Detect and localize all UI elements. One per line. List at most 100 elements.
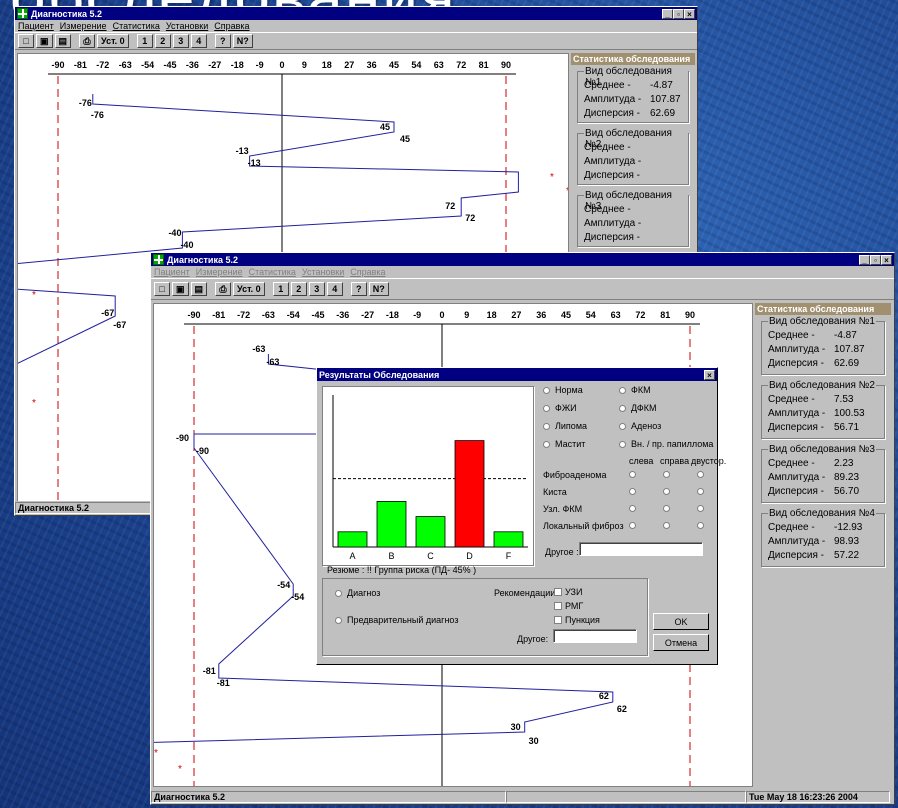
whats-this-button[interactable]: N? <box>368 282 389 296</box>
stat-key: Амплитуда - <box>768 408 826 419</box>
checkbox-puncture[interactable]: Пункция <box>554 615 600 625</box>
axis-tick-label: 45 <box>561 310 571 320</box>
new-file-button[interactable]: □ <box>154 282 170 296</box>
other2-input[interactable] <box>553 629 637 643</box>
dialog-close-button[interactable]: × <box>704 369 715 380</box>
maximize-button[interactable]: ▫ <box>673 8 684 19</box>
view4-button[interactable]: 4 <box>190 34 207 48</box>
menu-measure[interactable]: Измерение <box>196 267 243 277</box>
radio-0-right[interactable]: ФКМ <box>619 385 651 395</box>
maximize-button[interactable]: ▫ <box>870 254 881 265</box>
close-button[interactable]: × <box>881 254 892 265</box>
view3-button[interactable]: 3 <box>308 282 325 296</box>
radio-3-left[interactable]: Мастит <box>543 439 585 449</box>
menu-settings[interactable]: Установки <box>166 21 208 31</box>
axis-tick-label: -90 <box>187 310 200 320</box>
side-radio[interactable] <box>629 471 636 478</box>
view2-button[interactable]: 2 <box>290 282 307 296</box>
checkbox-uzi[interactable]: УЗИ <box>554 587 582 597</box>
radio-0-left[interactable]: Норма <box>543 385 583 395</box>
menu-help[interactable]: Справка <box>350 267 385 277</box>
view2-button[interactable]: 2 <box>154 34 171 48</box>
view4-button[interactable]: 4 <box>326 282 343 296</box>
side-radio[interactable] <box>663 471 670 478</box>
open-button[interactable]: ▤ <box>190 282 208 296</box>
other-input[interactable] <box>579 542 703 556</box>
back-menu-bar: Пациент Измерение Статистика Установки С… <box>15 20 697 32</box>
stat-key: Среднее - <box>768 522 815 533</box>
minimize-button[interactable]: _ <box>859 254 870 265</box>
side-radio[interactable] <box>629 488 636 495</box>
stats-group: Вид обследования №4 Среднее - -12.93 Амплит… <box>761 508 885 567</box>
menu-statistics[interactable]: Статистика <box>249 267 296 277</box>
open-button[interactable]: ▤ <box>54 34 72 48</box>
radio-3-right[interactable]: Вн. / пр. папиллома <box>619 439 713 449</box>
bar-A <box>337 531 368 548</box>
axis-tick-label: 9 <box>302 60 307 70</box>
stats-group: Вид обследования №3 Среднее - Амплитуда -Д… <box>577 190 689 247</box>
radio-circle <box>619 404 626 412</box>
bar-D <box>454 440 485 548</box>
back-title-bar[interactable]: Диагностика 5.2 _ ▫ × <box>15 7 697 20</box>
side-radio[interactable] <box>629 522 636 529</box>
save-button[interactable]: ▣ <box>172 282 189 296</box>
side-radio[interactable] <box>663 488 670 495</box>
new-file-button[interactable]: □ <box>18 34 34 48</box>
cancel-button[interactable]: Отмена <box>653 634 709 651</box>
close-button[interactable]: × <box>684 8 695 19</box>
side-radio[interactable] <box>663 505 670 512</box>
radio-2-left[interactable]: Липома <box>543 421 587 431</box>
stat-key: Амплитуда - <box>584 156 642 167</box>
axis-tick-label: 27 <box>511 310 521 320</box>
curve-value-label: -76 <box>79 98 92 108</box>
radio-2-right[interactable]: Аденоз <box>619 421 661 431</box>
front-title-bar[interactable]: Диагностика 5.2 _ ▫ × <box>151 253 894 266</box>
minimize-button[interactable]: _ <box>662 8 673 19</box>
stats-group: Вид обследования №3 Среднее - 2.23 Амплитуд… <box>761 444 885 503</box>
side-radio[interactable] <box>697 505 704 512</box>
side-radio[interactable] <box>697 471 704 478</box>
side-radio[interactable] <box>629 505 636 512</box>
view1-button[interactable]: 1 <box>272 282 289 296</box>
menu-patient[interactable]: Пациент <box>154 267 190 277</box>
menu-help[interactable]: Справка <box>214 21 249 31</box>
axis-tick-label: 0 <box>279 60 284 70</box>
help-button[interactable]: ? <box>350 282 367 296</box>
help-button[interactable]: ? <box>214 34 231 48</box>
ok-button[interactable]: OK <box>653 613 709 630</box>
radio-1-left[interactable]: ФЖИ <box>543 403 577 413</box>
radio-1-right[interactable]: ДФКМ <box>619 403 656 413</box>
save-button[interactable]: ▣ <box>36 34 53 48</box>
axis-tick-label: -63 <box>262 310 275 320</box>
radio-diagnosis[interactable]: Диагноз <box>335 588 380 598</box>
side-row-label: Узл. ФКМ <box>543 504 583 514</box>
axis-tick-label: 54 <box>586 310 596 320</box>
side-radio[interactable] <box>697 488 704 495</box>
outlier-marker: * <box>566 186 568 197</box>
front-toolbar: □ ▣ ▤ ⎙ Уст. 0 1 2 3 4 ? N? <box>151 278 894 300</box>
menu-patient[interactable]: Пациент <box>18 21 54 31</box>
dialog-title-bar[interactable]: Результаты Обследования × <box>317 368 717 381</box>
checkbox-rmg[interactable]: РМГ <box>554 601 583 611</box>
radio-circle <box>543 386 550 394</box>
view1-button[interactable]: 1 <box>136 34 153 48</box>
ust0-button[interactable]: Уст. 0 <box>97 34 129 48</box>
ust0-button[interactable]: Уст. 0 <box>233 282 265 296</box>
menu-measure[interactable]: Измерение <box>60 21 107 31</box>
axis-tick-label: 81 <box>479 60 489 70</box>
menu-settings[interactable]: Установки <box>302 267 344 277</box>
stat-row-disp: Дисперсия - 62.69 <box>768 358 859 369</box>
whats-this-button[interactable]: N? <box>232 34 253 48</box>
print-button[interactable]: ⎙ <box>79 34 96 48</box>
back-status-text: Диагностика 5.2 <box>15 502 155 514</box>
checkbox-box <box>554 602 562 610</box>
curve-value-label: -81 <box>203 666 216 676</box>
menu-statistics[interactable]: Статистика <box>113 21 160 31</box>
radio-preliminary-diagnosis[interactable]: Предварительный диагноз <box>335 615 458 625</box>
stat-key: Амплитуда - <box>768 472 826 483</box>
side-radio[interactable] <box>697 522 704 529</box>
side-radio[interactable] <box>663 522 670 529</box>
print-button[interactable]: ⎙ <box>215 282 232 296</box>
side-header: слева <box>629 456 654 466</box>
view3-button[interactable]: 3 <box>172 34 189 48</box>
